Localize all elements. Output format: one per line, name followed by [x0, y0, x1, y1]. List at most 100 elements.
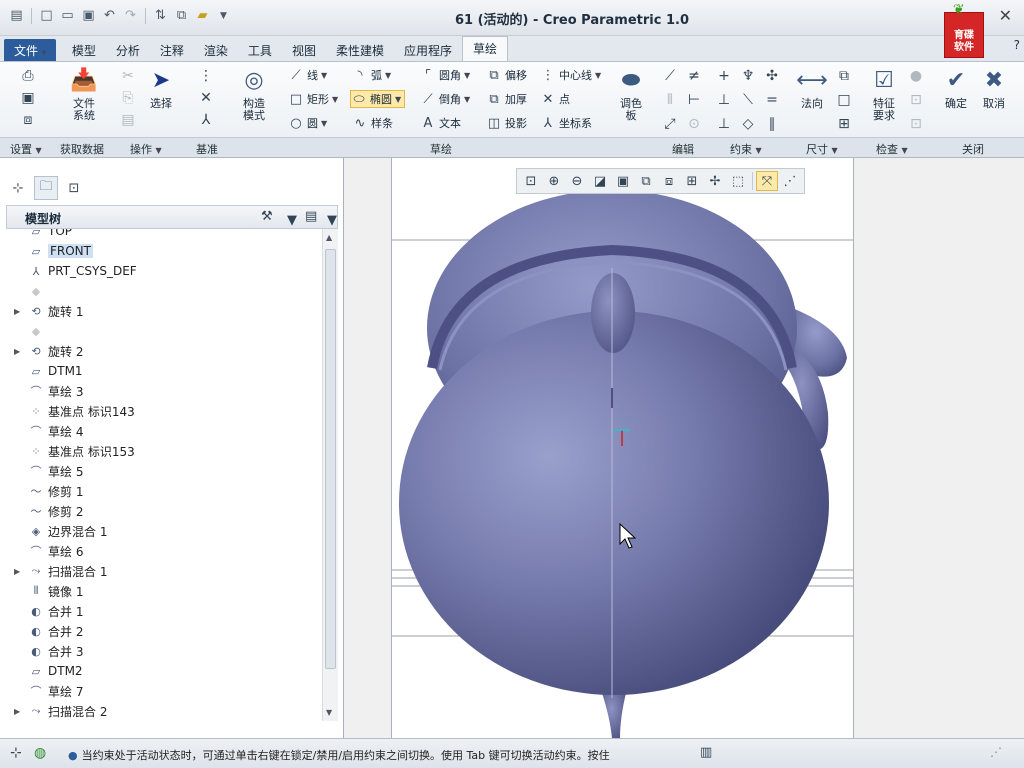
tree-item[interactable]: ⌒ 草绘 7 — [6, 681, 322, 701]
spline-button[interactable]: ∿ 样条 — [352, 114, 393, 132]
tree-item[interactable]: ◈ 边界混合 1 — [6, 521, 322, 541]
refit-icon[interactable]: ⊡ — [520, 171, 542, 191]
group-setup[interactable]: 设置 ▼ — [10, 141, 42, 157]
expand-arrow-icon[interactable]: ▶ — [14, 707, 20, 716]
perimeter-icon[interactable]: ⧉ — [834, 66, 854, 86]
references-icon[interactable]: ▣ — [18, 88, 38, 108]
chevron-down-icon[interactable]: ▼ — [327, 213, 337, 228]
tangent-constraint-icon[interactable]: ♆ — [738, 66, 758, 86]
expand-arrow-icon[interactable]: ▶ — [14, 347, 20, 356]
scrollbar-thumb[interactable] — [325, 249, 336, 669]
tree-item[interactable]: ⌒ 草绘 5 — [6, 461, 322, 481]
tree-scrollbar[interactable]: ▲ ▼ — [322, 229, 338, 721]
tree-columns-icon[interactable]: ▤ — [305, 209, 317, 224]
tab-view[interactable]: 视图 — [282, 39, 326, 61]
spin-center-icon[interactable]: ✢ — [704, 171, 726, 191]
scroll-down-icon[interactable]: ▼ — [326, 708, 332, 717]
feature-requirements-button[interactable]: ☑ 特征 要求 — [864, 66, 904, 122]
repaint-icon[interactable]: ◪ — [589, 171, 611, 191]
chevron-down-icon[interactable]: ▼ — [287, 213, 297, 228]
line-button[interactable]: ⟋ 线 ▼ — [288, 66, 327, 84]
tree-item[interactable]: ▶ ⤳ 扫描混合 2 — [6, 701, 322, 721]
group-inspect[interactable]: 检查 ▼ — [876, 141, 908, 157]
saved-orientations-icon[interactable]: ⧉ — [635, 171, 657, 191]
corner-icon[interactable]: ⊙ — [684, 114, 704, 134]
tree-item[interactable]: ◆ — [6, 321, 322, 341]
tab-tools[interactable]: 工具 — [238, 39, 282, 61]
perpendicular-constraint-icon[interactable]: ⊥ — [714, 114, 734, 134]
ok-button[interactable]: ✔ 确定 — [940, 66, 972, 110]
help-icon[interactable]: ? — [1014, 38, 1020, 52]
mirror-edit-icon[interactable]: ⫴ — [660, 90, 680, 110]
symmetric-constraint-icon[interactable]: ✣ — [762, 66, 782, 86]
tree-item[interactable]: ▶ ⤳ 扫描混合 1 — [6, 561, 322, 581]
tree-item[interactable]: ▱ DTM1 — [6, 361, 322, 381]
tree-item[interactable]: ◐ 合并 1 — [6, 601, 322, 621]
tab-render[interactable]: 渲染 — [194, 39, 238, 61]
paste-icon[interactable]: ▤ — [118, 110, 138, 130]
cancel-button[interactable]: ✖ 取消 — [978, 66, 1010, 110]
tree-item[interactable]: ⅄ PRT_CSYS_DEF — [6, 261, 322, 281]
copy-icon[interactable]: ⎘ — [118, 88, 138, 108]
tree-item[interactable]: ▱ TOP — [6, 229, 322, 241]
tab-file[interactable]: 文件 ▾ — [4, 39, 56, 61]
circle-button[interactable]: ○ 圆 ▼ — [288, 114, 327, 132]
tab-flexible-modeling[interactable]: 柔性建模 — [326, 39, 394, 61]
highlight-open-icon[interactable]: ⊡ — [906, 90, 926, 110]
model-viewport[interactable] — [392, 158, 854, 738]
tab-applications[interactable]: 应用程序 — [394, 39, 462, 61]
coordsys-button[interactable]: ⅄ 坐标系 — [540, 114, 592, 132]
chamfer-button[interactable]: ⟋ 倒角 ▼ — [420, 90, 470, 108]
midpoint-constraint-icon[interactable]: ⟍ — [738, 90, 758, 110]
arc-button[interactable]: ◝ 弧 ▼ — [352, 66, 391, 84]
navigator-toggle-icon[interactable]: ⊹ — [10, 745, 22, 761]
selection-filter-icon[interactable]: ▥ — [700, 745, 712, 760]
rectangle-button[interactable]: □ 矩形 ▼ — [288, 90, 338, 108]
horizontal-constraint-icon[interactable]: ⊥ — [714, 90, 734, 110]
sketch-view-icon[interactable]: ⧈ — [18, 110, 38, 130]
display-style-icon[interactable]: ▣ — [612, 171, 634, 191]
tree-settings-icon[interactable]: ⚒ — [261, 209, 273, 224]
favorites-icon[interactable]: ⊡ — [62, 176, 86, 200]
view-manager-icon[interactable]: ⧈ — [658, 171, 680, 191]
scroll-up-icon[interactable]: ▲ — [326, 233, 332, 242]
delete-segment-icon[interactable]: ⊢ — [684, 90, 704, 110]
datum-display-icon[interactable]: ⊞ — [681, 171, 703, 191]
group-dimension[interactable]: 尺寸 ▼ — [806, 141, 838, 157]
equal-constraint-icon[interactable]: = — [762, 90, 782, 110]
close-icon[interactable]: ✕ — [999, 6, 1012, 25]
point-button[interactable]: ✕ 点 — [540, 90, 570, 108]
tree-item[interactable]: ⁘ 基准点 标识143 — [6, 401, 322, 421]
ellipse-button[interactable]: ⬭ 椭圆 ▼ — [350, 90, 406, 108]
baseline-icon[interactable]: ⊞ — [834, 114, 854, 134]
offset-button[interactable]: ⧉ 偏移 — [486, 66, 527, 84]
overlap-icon[interactable]: ● — [906, 66, 926, 86]
shade-closed-icon[interactable]: ⊡ — [906, 114, 926, 134]
centerline-datum-icon[interactable]: ⋮ — [196, 66, 216, 86]
tree-item[interactable]: 〜修剪 1 — [6, 481, 322, 501]
annotation-display-icon[interactable]: ⬚ — [727, 171, 749, 191]
zoom-out-icon[interactable]: ⊖ — [566, 171, 588, 191]
zoom-in-icon[interactable]: ⊕ — [543, 171, 565, 191]
parallel-constraint-icon[interactable]: ∥ — [762, 114, 782, 134]
palette-button[interactable]: ⬬ 调色 板 — [612, 66, 650, 122]
modify-icon[interactable]: ⟋ — [660, 66, 680, 86]
tree-item[interactable]: ⌒ 草绘 3 — [6, 381, 322, 401]
text-button[interactable]: A 文本 — [420, 114, 461, 132]
tree-item[interactable]: ⁘ 基准点 标识153 — [6, 441, 322, 461]
normal-dimension-button[interactable]: ⟷ 法向 — [794, 66, 830, 110]
tree-item[interactable]: ⫴ 镜像 1 — [6, 581, 322, 601]
cut-icon[interactable]: ✂ — [118, 66, 138, 86]
model-tree-tab-icon[interactable]: ⊹ — [6, 176, 30, 200]
reference-dim-icon[interactable]: □ — [834, 90, 854, 110]
coincident-constraint-icon[interactable]: ◇ — [738, 114, 758, 134]
group-constrain[interactable]: 约束 ▼ — [730, 141, 762, 157]
divide-icon[interactable]: ≠ — [684, 66, 704, 86]
vertical-constraint-icon[interactable]: + — [714, 66, 734, 86]
tree-item[interactable]: 〜修剪 2 — [6, 501, 322, 521]
tree-item[interactable]: ▶ ⟲ 旋转 1 — [6, 301, 322, 321]
tree-item[interactable]: ◐ 合并 2 — [6, 621, 322, 641]
tab-model[interactable]: 模型 — [62, 39, 106, 61]
select-button[interactable]: ➤ 选择 — [144, 66, 178, 110]
tree-item[interactable]: ◆ — [6, 281, 322, 301]
